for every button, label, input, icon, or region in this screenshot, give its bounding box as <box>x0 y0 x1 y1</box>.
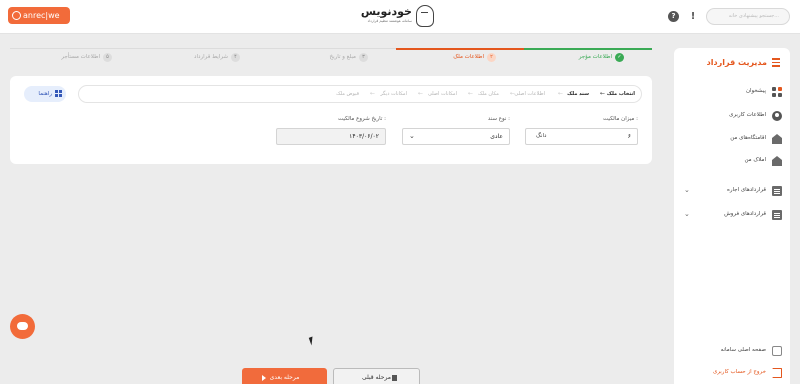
guide-icon <box>55 90 62 98</box>
sidebar-item-dashboard[interactable]: پیشخوان <box>682 85 782 99</box>
building-icon <box>772 134 782 144</box>
sidebar-item-label: پیشخوان <box>745 88 766 94</box>
top-header: anrec|we خودنویس سامانه هوشمند تنظیم قرا… <box>0 0 800 34</box>
guide-label: راهنما <box>38 91 52 97</box>
ownership-share-label: میزان مالکیت : <box>603 116 638 122</box>
sidebar-item-profile[interactable]: اطلاعات کاربری <box>682 109 782 123</box>
chevron-down-icon[interactable]: ⌄ <box>684 186 690 194</box>
step-bar <box>396 48 524 50</box>
sidebar-item-label: قراردادهای فروش <box>724 211 766 217</box>
sidebar-item-label: خروج از حساب کاربری <box>712 369 766 375</box>
chat-icon[interactable] <box>10 314 35 339</box>
sidebar-item-residences[interactable]: اقامتگاه‌های من <box>682 132 782 146</box>
brand-name: خودنویس <box>360 5 412 18</box>
step-contract-terms[interactable]: ۴ شرایط قرارداد <box>140 48 268 68</box>
sidebar-item-label: قراردادهای اجاره <box>726 187 766 193</box>
sidebar-item-home-page[interactable]: صفحه اصلی سامانه <box>682 344 782 358</box>
step-label: اطلاعات مؤجر <box>578 54 612 60</box>
arrow-left-icon: ← <box>599 90 605 97</box>
record-icon <box>12 11 21 20</box>
arrow-left-icon: ← <box>417 90 423 97</box>
recorder-label: anrec|we <box>23 11 60 20</box>
arrow-icon <box>262 375 268 381</box>
sidebar-item-label: صفحه اصلی سامانه <box>720 347 766 353</box>
sidebar-item-label: اطلاعات کاربری <box>729 112 766 118</box>
exclamation-icon[interactable]: ! <box>690 11 696 22</box>
deed-type-select[interactable]: عادی ⌄ <box>402 128 510 145</box>
logout-icon <box>772 368 782 378</box>
previous-step-label: مرحله قبلی <box>361 374 391 381</box>
crumb-main-info[interactable]: اطلاعات اصلی <box>514 91 545 97</box>
next-step-label: مرحله بعدی <box>269 374 300 381</box>
arrow-left-icon: ← <box>369 90 375 97</box>
sidebar-item-rent-contracts[interactable]: قراردادهای اجاره ⌄ <box>682 184 782 198</box>
menu-icon[interactable] <box>772 58 780 67</box>
mouse-cursor-icon <box>308 336 316 346</box>
clipboard-icon <box>772 186 782 196</box>
arrow-left-icon: ← <box>509 90 515 97</box>
sidebar-item-logout[interactable]: خروج از حساب کاربری <box>682 366 782 380</box>
arrow-left-icon: ← <box>467 90 473 97</box>
recorder-badge[interactable]: anrec|we <box>8 7 70 24</box>
previous-step-button[interactable]: مرحله قبلی <box>333 368 420 384</box>
step-number: ۲ <box>487 53 496 62</box>
step-label: اطلاعات مستأجر <box>61 54 100 60</box>
sidebar-item-label: املاک من <box>744 157 766 163</box>
step-landlord-info[interactable]: ✓ اطلاعات مؤجر <box>524 48 652 68</box>
step-label: شرایط قرارداد <box>194 54 228 60</box>
search-input[interactable]: جستجو پیشنهادی خانه... <box>706 8 790 25</box>
sidebar-item-label: اقامتگاه‌های من <box>730 135 766 141</box>
guide-button[interactable]: راهنما <box>24 86 66 102</box>
brand-tagline: سامانه هوشمند تنظیم قرارداد <box>367 19 412 23</box>
arrow-left-icon: ← <box>557 90 563 97</box>
ownership-date-field[interactable]: ۱۴۰۳/۰۶/۰۲ <box>276 128 386 145</box>
deed-type-label: نوع سند : <box>487 116 510 122</box>
sub-steps-breadcrumb: انتخاب ملک ← سند ملک ← اطلاعات اصلی ← مک… <box>78 85 642 103</box>
property-info-panel: راهنما انتخاب ملک ← سند ملک ← اطلاعات اص… <box>10 76 652 164</box>
chevron-down-icon[interactable]: ⌄ <box>684 210 690 218</box>
user-icon <box>772 111 782 121</box>
step-number: ۵ <box>103 53 112 62</box>
ownership-date-value: ۱۴۰۳/۰۶/۰۲ <box>349 133 379 140</box>
step-label: مبلغ و تاریخ <box>329 54 356 60</box>
step-tenant-info[interactable]: ۵ اطلاعات مستأجر <box>12 48 140 68</box>
brand-logo[interactable]: خودنویس سامانه هوشمند تنظیم قرارداد <box>360 4 436 30</box>
step-property-info[interactable]: ۲ اطلاعات ملک <box>396 48 524 68</box>
crumb-main-facilities[interactable]: امکانات اصلی <box>428 91 457 97</box>
sidebar-title-label: مدیریت قرارداد <box>706 58 767 67</box>
crumb-bills[interactable]: قبوض ملک <box>336 91 359 97</box>
ownership-share-unit: دانگ <box>536 133 547 139</box>
sidebar-item-properties[interactable]: املاک من <box>682 154 782 168</box>
sidebar-item-sale-contracts[interactable]: قراردادهای فروش ⌄ <box>682 208 782 222</box>
crumb-location[interactable]: مکان ملک <box>478 91 499 97</box>
crumb-property-deed[interactable]: سند ملک <box>567 91 589 97</box>
next-step-button[interactable]: مرحله بعدی <box>242 368 327 384</box>
ownership-share-value: ۶ <box>627 133 631 140</box>
question-circle-icon[interactable]: ? <box>668 11 679 22</box>
chevron-down-icon: ⌄ <box>409 132 415 140</box>
ownership-share-field[interactable]: ۶ دانگ <box>525 128 638 145</box>
home-outline-icon <box>772 346 782 356</box>
crumb-select-property[interactable]: انتخاب ملک <box>607 91 635 97</box>
check-icon: ✓ <box>615 53 624 62</box>
ownership-date-label: تاریخ شروع مالکیت : <box>337 116 386 122</box>
sidebar: مدیریت قرارداد پیشخوان اطلاعات کاربری اق… <box>674 48 790 384</box>
deed-type-value: عادی <box>490 133 503 140</box>
step-number: ۳ <box>359 53 368 62</box>
house-icon <box>772 156 782 166</box>
dashboard-grid-icon <box>772 87 782 97</box>
progress-steps: ✓ اطلاعات مؤجر ۲ اطلاعات ملک ۳ مبلغ و تا… <box>10 48 652 68</box>
step-amount-date[interactable]: ۳ مبلغ و تاریخ <box>268 48 396 68</box>
step-label: اطلاعات ملک <box>453 54 484 60</box>
clipboard-icon <box>772 210 782 220</box>
sidebar-title: مدیریت قرارداد <box>700 58 780 68</box>
arrow-icon <box>392 375 397 381</box>
mascot-logo-icon <box>416 5 434 27</box>
step-bar <box>524 48 652 50</box>
step-number: ۴ <box>231 53 240 62</box>
crumb-other-facilities[interactable]: امکانات دیگر <box>380 91 407 97</box>
